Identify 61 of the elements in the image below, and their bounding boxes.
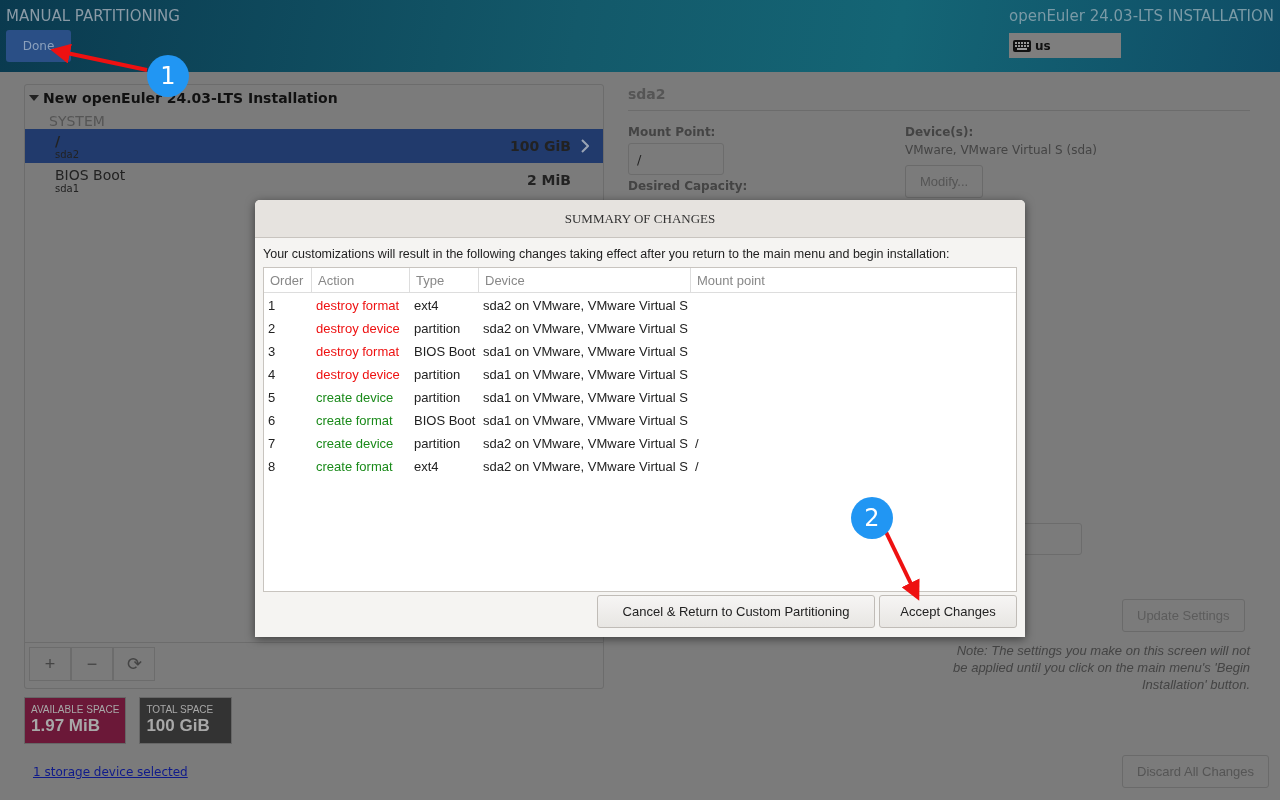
expander-icon[interactable]	[29, 95, 39, 101]
table-cell-text: 5	[267, 390, 277, 405]
screen-title: MANUAL PARTITIONING	[6, 7, 180, 25]
table-cell-text: 3	[267, 344, 277, 359]
table-cell-text: ext4	[413, 298, 440, 313]
partition-item[interactable]: BIOS Boot sda1 2 MiB	[25, 163, 603, 197]
mount-point-field[interactable]: /	[628, 143, 724, 175]
table-cell-text: destroy device	[315, 367, 401, 382]
table-cell-text: create device	[315, 436, 395, 451]
table-cell-text: partition	[413, 390, 462, 405]
space-tile: AVAILABLE SPACE 1.97 MiB	[24, 697, 127, 744]
column-header[interactable]: Order	[264, 268, 312, 292]
desired-capacity-label: Desired Capacity:	[628, 179, 748, 193]
table-cell-text: 4	[267, 367, 277, 382]
column-header[interactable]: Action	[312, 268, 410, 292]
table-cell-text: destroy format	[315, 344, 401, 359]
table-cell-text: 1	[267, 298, 277, 313]
table-cell-text: create device	[315, 390, 395, 405]
table-cell-text: sda1 on VMware, VMware Virtual S	[482, 344, 689, 359]
dialog-button[interactable]: Accept Changes	[879, 595, 1017, 628]
toolbar-button[interactable]: +	[29, 647, 71, 681]
toolbar-button[interactable]: ⟳	[113, 647, 155, 681]
devices-label: Device(s):	[905, 125, 974, 139]
annotation-arrow	[884, 531, 920, 601]
table-cell-text: 2	[267, 321, 277, 336]
table-cell-text: BIOS Boot	[413, 413, 477, 428]
done-button[interactable]: Done	[6, 30, 71, 62]
space-tile: TOTAL SPACE 100 GiB	[139, 697, 233, 744]
toolbar-button[interactable]: −	[71, 647, 113, 681]
keyboard-icon	[1012, 39, 1031, 52]
table-cell-text: sda1 on VMware, VMware Virtual S	[482, 390, 689, 405]
table-cell-text: sda2 on VMware, VMware Virtual S	[482, 459, 689, 474]
keyboard-layout-indicator[interactable]: us	[1008, 33, 1121, 58]
table-cell-text: destroy format	[315, 298, 401, 313]
table-cell-text: 6	[267, 413, 277, 428]
storage-device-link[interactable]: 1 storage device selected	[33, 765, 188, 779]
column-header[interactable]: Mount point	[691, 268, 1016, 292]
table-cell-text: partition	[413, 436, 462, 451]
dialog-message: Your customizations will result in the following changes taking effect after you return to the main menu and begin installation:	[263, 247, 951, 261]
table-cell-text: ext4	[413, 459, 440, 474]
table-cell-text: 8	[267, 459, 277, 474]
column-header[interactable]: Device	[479, 268, 691, 292]
dialog-button[interactable]: Cancel & Return to Custom Partitioning	[597, 595, 875, 628]
chevron-icon	[581, 139, 589, 153]
table-cell-text: partition	[413, 321, 462, 336]
column-header[interactable]: Type	[410, 268, 479, 292]
table-cell-text: /	[694, 436, 700, 451]
table-cell-text: create format	[315, 459, 394, 474]
table-cell-text: sda2 on VMware, VMware Virtual S	[482, 298, 689, 313]
table-cell-text: partition	[413, 367, 462, 382]
dialog-title: SUMMARY OF CHANGES	[255, 200, 1025, 238]
table-cell-text: sda2 on VMware, VMware Virtual S	[482, 436, 689, 451]
table-cell-text: destroy device	[315, 321, 401, 336]
table-cell-text: sda1 on VMware, VMware Virtual S	[482, 413, 689, 428]
table-cell-text: /	[694, 459, 700, 474]
table-cell-text: 7	[267, 436, 277, 451]
table-cell-text: sda1 on VMware, VMware Virtual S	[482, 367, 689, 382]
table-cell-text: create format	[315, 413, 394, 428]
product-title: openEuler 24.03-LTS INSTALLATION	[1008, 7, 1274, 25]
table-cell-text: sda2 on VMware, VMware Virtual S	[482, 321, 689, 336]
table-cell-text: BIOS Boot	[413, 344, 477, 359]
